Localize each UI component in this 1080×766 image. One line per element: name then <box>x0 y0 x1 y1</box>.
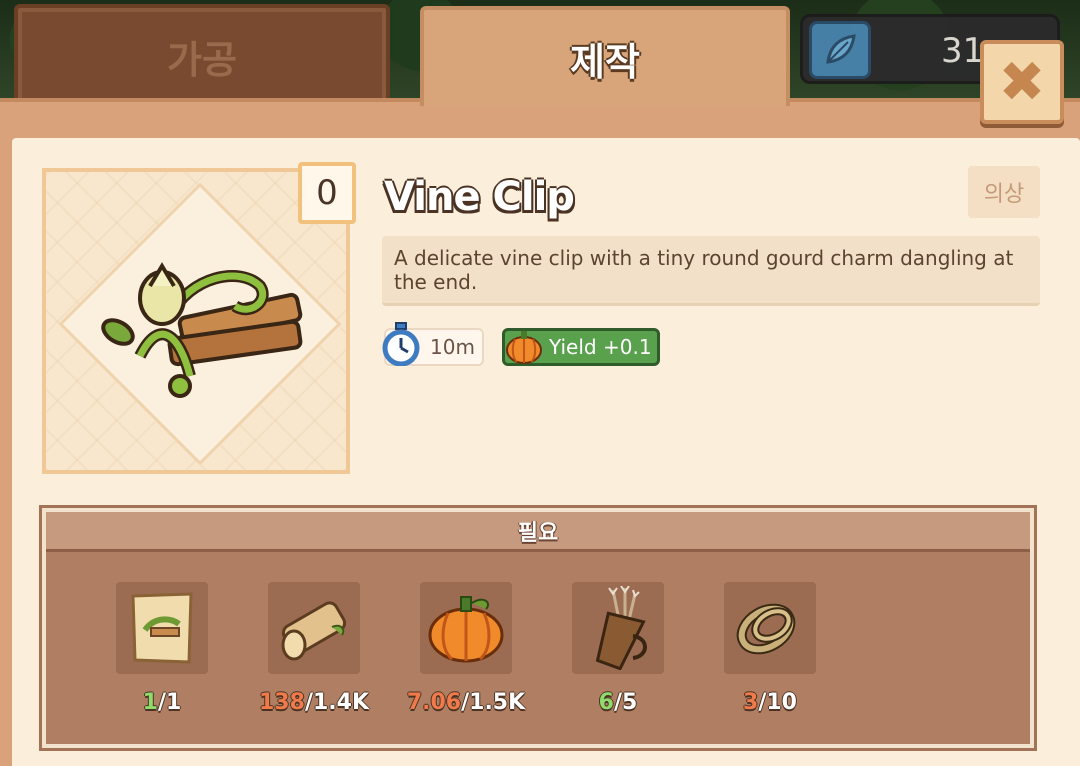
have-amount: 1 <box>142 690 158 715</box>
requirements-panel: 필요 1/1 138/1.4K 7.06/1.5K 6/5 3/10 <box>42 508 1034 748</box>
stopwatch-icon <box>382 322 420 366</box>
vine-clip-recipe-scroll-icon <box>116 582 208 674</box>
tab-processing[interactable]: 가공 <box>14 4 390 104</box>
tab-crafting[interactable]: 제작 <box>420 6 790 106</box>
requirement-count: 7.06/1.5K <box>380 690 552 715</box>
panel-content: 0 Vine Clip 의상 A delicate vine clip with… <box>12 138 1080 766</box>
requirement-count: 1/1 <box>76 690 248 715</box>
need-amount: /10 <box>758 690 797 715</box>
category-tag: 의상 <box>968 166 1040 218</box>
requirement-count: 3/10 <box>684 690 856 715</box>
owned-count: 0 <box>316 173 338 213</box>
requirement-item[interactable]: 138/1.4K <box>259 582 369 715</box>
crafting-panel: 0 Vine Clip 의상 A delicate vine clip with… <box>0 98 1080 766</box>
item-title: Vine Clip <box>384 174 575 220</box>
owned-count-badge: 0 <box>298 162 356 224</box>
currency-value: 31 <box>941 31 985 71</box>
close-button[interactable]: ✖ <box>980 40 1064 124</box>
need-amount: /1.4K <box>304 690 369 715</box>
category-tag-label: 의상 <box>983 182 1025 207</box>
item-description: A delicate vine clip with a tiny round g… <box>382 236 1040 306</box>
requirement-item[interactable]: 6/5 <box>572 582 664 715</box>
tab-processing-label: 가공 <box>167 37 237 82</box>
have-amount: 6 <box>598 690 614 715</box>
yield-label: Yield +0.1 <box>549 335 652 359</box>
requirement-item[interactable]: 1/1 <box>116 582 208 715</box>
requirement-count: 6/5 <box>532 690 704 715</box>
requirements-header: 필요 <box>46 512 1030 552</box>
craft-time-pill: 10m <box>382 322 484 366</box>
craft-time-value: 10m <box>430 335 475 359</box>
leaf-gem-icon <box>809 21 871 79</box>
requirement-item[interactable]: 7.06/1.5K <box>407 582 525 715</box>
pumpkin-icon <box>420 582 512 674</box>
vine-clip-icon <box>101 262 303 398</box>
rope-coil-icon <box>724 582 816 674</box>
tab-crafting-label: 제작 <box>570 39 640 84</box>
yield-bonus-pill: Yield +0.1 <box>502 328 660 366</box>
close-x-icon: ✖ <box>998 49 1046 115</box>
requirement-item[interactable]: 3/10 <box>724 582 816 715</box>
requirement-count: 138/1.4K <box>228 690 400 715</box>
pumpkin-icon <box>506 331 542 364</box>
need-amount: /1 <box>157 690 182 715</box>
need-amount: /1.5K <box>461 690 526 715</box>
have-amount: 7.06 <box>406 690 462 715</box>
arrow-quiver-icon <box>572 582 664 674</box>
have-amount: 138 <box>259 690 305 715</box>
wood-log-icon <box>268 582 360 674</box>
have-amount: 3 <box>743 690 759 715</box>
need-amount: /5 <box>613 690 638 715</box>
